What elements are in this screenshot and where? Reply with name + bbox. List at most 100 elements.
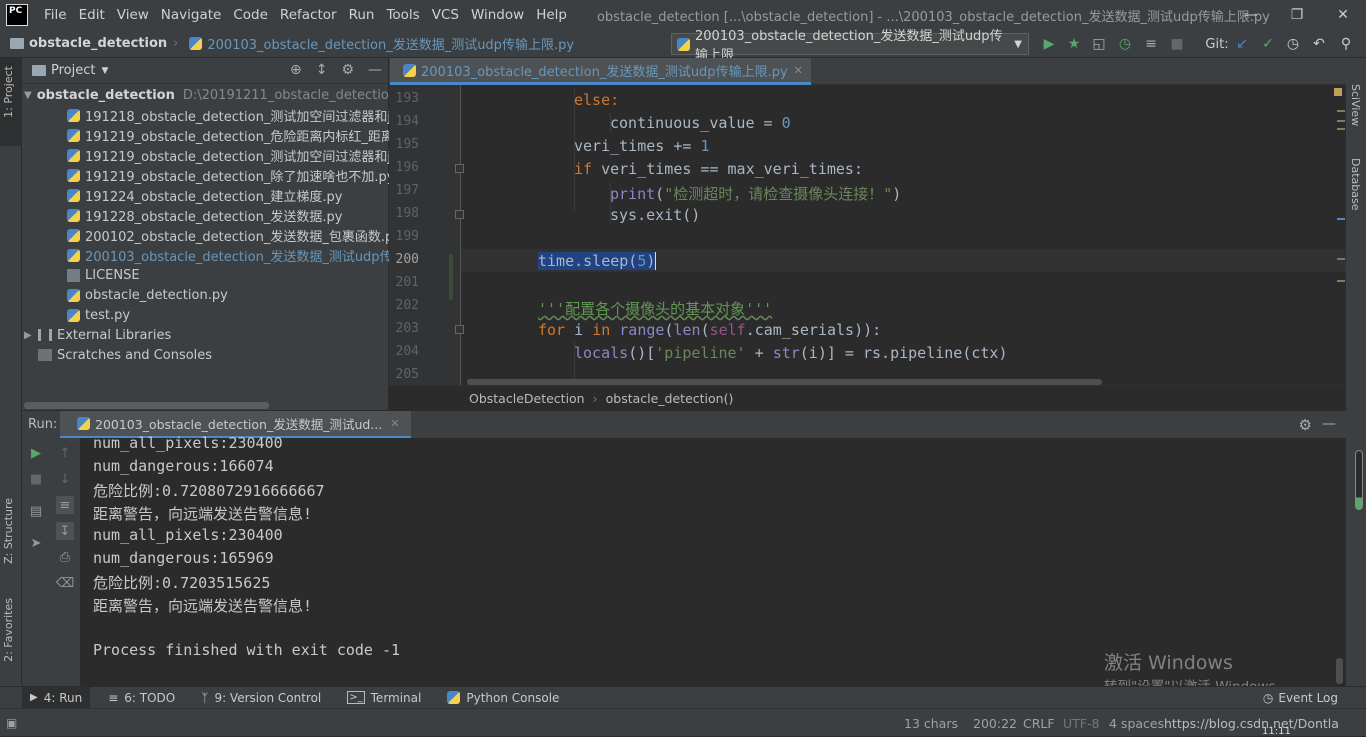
project-file-row[interactable]: 191218_obstacle_detection_测试加空间过滤器和jit加速… <box>62 105 389 125</box>
project-file-row[interactable]: 191219_obstacle_detection_危险距离内标红_距离外标绿 <box>62 125 389 145</box>
hide-icon[interactable]: — <box>1322 416 1336 432</box>
indent-setting[interactable]: 4 spaces <box>1109 709 1164 737</box>
restore-icon[interactable]: ❐ <box>1274 0 1320 30</box>
soft-wrap-icon[interactable]: ≡ <box>56 496 74 514</box>
favorites-tool-tab[interactable]: 2: Favorites <box>2 598 15 662</box>
menu-navigate[interactable]: Navigate <box>155 7 228 23</box>
search-everywhere-icon[interactable]: ⚲ <box>1337 35 1355 53</box>
breadcrumb-class[interactable]: ObstacleDetection <box>469 391 585 406</box>
project-file-row-selected[interactable]: 200103_obstacle_detection_发送数据_测试udp传输上限… <box>62 245 389 265</box>
python-console-tool-tab[interactable]: Python Console <box>439 687 567 709</box>
error-stripe-marker[interactable] <box>1337 120 1345 122</box>
project-root[interactable]: ▼ obstacle_detection D:\20191211_obstacl… <box>24 85 389 105</box>
code-line-200[interactable]: time.sleep(5) <box>538 252 657 270</box>
chevron-down-icon[interactable]: ▼ <box>101 66 108 76</box>
error-stripe-marker[interactable] <box>1337 218 1345 220</box>
event-log-tool-tab[interactable]: ◷ Event Log <box>1255 687 1346 709</box>
project-file-row[interactable]: 191219_obstacle_detection_测试加空间过滤器和jit加速… <box>62 145 389 165</box>
code-line-202[interactable]: '''配置各个摄像头的基本对象''' <box>538 298 772 319</box>
console-scrollbar[interactable] <box>1336 658 1343 684</box>
project-file-row[interactable]: 191224_obstacle_detection_建立梯度.py <box>62 185 389 205</box>
menu-run[interactable]: Run <box>343 7 381 23</box>
down-arrow-icon[interactable]: ↓ <box>56 470 74 488</box>
breadcrumb-file[interactable]: 200103_obstacle_detection_发送数据_测试udp传输上限… <box>184 34 574 53</box>
todo-tool-tab[interactable]: ≡ 6: TODO <box>100 687 183 709</box>
run-console[interactable]: num_all_pixels:230400 num_dangerous:1660… <box>80 434 1363 695</box>
profile-icon[interactable]: ◷ <box>1116 35 1134 53</box>
line-separator[interactable]: CRLF <box>1023 709 1055 737</box>
menu-edit[interactable]: Edit <box>73 7 111 23</box>
rerun-icon[interactable]: ▶ <box>27 444 45 462</box>
up-arrow-icon[interactable]: ↑ <box>56 444 74 462</box>
menu-vcs[interactable]: VCS <box>426 7 465 23</box>
code-line-194[interactable]: continuous_value = 0 <box>610 114 791 132</box>
collapse-all-icon[interactable]: ↕ <box>316 62 328 78</box>
database-tool-tab[interactable]: Database <box>1349 158 1362 211</box>
fold-marker-icon[interactable] <box>455 210 464 219</box>
close-tab-icon[interactable]: ✕ <box>794 64 803 77</box>
history-icon[interactable]: ◷ <box>1284 35 1302 53</box>
menu-view[interactable]: View <box>111 7 155 23</box>
error-stripe-marker[interactable] <box>1337 280 1345 282</box>
close-icon[interactable]: ✕ <box>1320 0 1366 30</box>
run-tool-tab[interactable]: ▶ 4: Run <box>22 686 91 709</box>
project-tool-tab[interactable]: 1: Project <box>2 66 15 118</box>
vcs-commit-icon[interactable]: ✓ <box>1259 35 1277 53</box>
project-file-row[interactable]: test.py <box>62 305 389 325</box>
sciview-tool-tab[interactable]: SciView <box>1349 84 1362 126</box>
rollback-icon[interactable]: ↶ <box>1310 35 1328 53</box>
version-control-tool-tab[interactable]: ᛉ 9: Version Control <box>193 687 329 709</box>
vcs-update-icon[interactable]: ↙ <box>1233 35 1251 53</box>
project-horizontal-scrollbar[interactable] <box>24 402 269 409</box>
breadcrumb-project[interactable]: obstacle_detection › <box>0 36 184 51</box>
project-file-row[interactable]: 191228_obstacle_detection_发送数据.py <box>62 205 389 225</box>
error-stripe-marker[interactable] <box>1337 128 1345 130</box>
menu-tools[interactable]: Tools <box>380 7 425 23</box>
scratches-row[interactable]: Scratches and Consoles <box>38 345 389 365</box>
menu-code[interactable]: Code <box>227 7 274 23</box>
fold-marker-icon[interactable] <box>455 325 464 334</box>
editor-tab-active[interactable]: 200103_obstacle_detection_发送数据_测试udp传输上限… <box>390 58 811 85</box>
code-line-193[interactable]: else: <box>574 91 619 109</box>
trash-icon[interactable]: ⌫ <box>56 574 74 592</box>
scroll-to-end-icon[interactable]: ↧ <box>56 522 74 540</box>
expand-arrow-icon[interactable]: ▶ <box>24 330 38 341</box>
inspection-status-icon[interactable] <box>1334 88 1342 96</box>
structure-tool-tab[interactable]: Z: Structure <box>2 498 15 564</box>
code-line-196[interactable]: if veri_times == max_veri_times: <box>574 160 863 178</box>
project-file-row[interactable]: LICENSE <box>62 265 389 285</box>
print-icon[interactable]: ⎙ <box>56 548 74 566</box>
toggle-tool-windows-icon[interactable]: ▣ <box>6 709 17 737</box>
code-line-195[interactable]: veri_times += 1 <box>574 137 709 155</box>
close-tab-icon[interactable]: ✕ <box>390 417 399 430</box>
pin-icon[interactable]: ➤ <box>27 534 45 552</box>
breadcrumb-function[interactable]: obstacle_detection() <box>606 391 734 406</box>
debug-icon[interactable]: ★ <box>1065 35 1083 53</box>
menu-file[interactable]: File <box>38 7 73 23</box>
expand-arrow-icon[interactable]: ▼ <box>24 90 32 101</box>
menu-help[interactable]: Help <box>530 7 573 23</box>
menu-window[interactable]: Window <box>465 7 530 23</box>
coverage-icon[interactable]: ◱ <box>1090 35 1108 53</box>
stop-icon[interactable]: ■ <box>1168 35 1186 53</box>
gear-icon[interactable]: ⚙ <box>1299 416 1312 434</box>
project-file-row[interactable]: 191219_obstacle_detection_除了加速啥也不加.py <box>62 165 389 185</box>
restore-layout-icon[interactable]: ▤ <box>27 502 45 520</box>
error-stripe-marker[interactable] <box>1337 110 1345 112</box>
code-line-203[interactable]: for i in range(len(self.cam_serials)): <box>538 321 881 339</box>
run-configuration-select[interactable]: 200103_obstacle_detection_发送数据_测试udp传输上限… <box>671 29 1029 63</box>
locate-icon[interactable]: ⊕ <box>290 62 302 78</box>
gear-icon[interactable]: ⚙ <box>341 62 354 78</box>
project-file-row[interactable]: obstacle_detection.py <box>62 285 389 305</box>
stop-icon[interactable]: ■ <box>27 470 45 488</box>
caret-position[interactable]: 200:22 <box>973 709 1017 737</box>
terminal-tool-tab[interactable]: >_ Terminal <box>339 687 429 709</box>
concurrency-icon[interactable]: ≡ <box>1142 35 1160 53</box>
fold-marker-icon[interactable] <box>455 164 464 173</box>
scroll-position-marker[interactable] <box>1337 258 1345 260</box>
code-line-198[interactable]: sys.exit() <box>610 206 700 224</box>
external-libraries-row[interactable]: ▶ External Libraries <box>24 325 389 345</box>
menu-refactor[interactable]: Refactor <box>274 7 343 23</box>
hide-icon[interactable]: — <box>368 62 382 78</box>
project-panel-title[interactable]: Project <box>51 63 95 78</box>
